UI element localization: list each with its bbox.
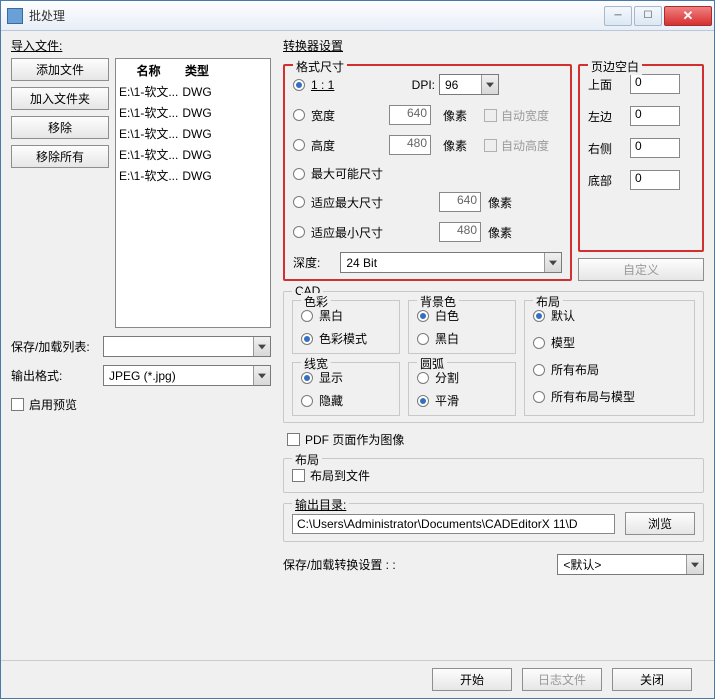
margin-left-input[interactable]: 0 <box>630 106 680 126</box>
layout-all-model-radio[interactable]: 所有布局与模型 <box>533 388 686 405</box>
output-dir-label: 输出目录: <box>292 496 349 513</box>
output-format-value: JPEG (*.jpg) <box>109 369 176 383</box>
save-load-conv-label: 保存/加载转换设置 : : <box>283 556 396 573</box>
color-group: 色彩 黑白 色彩模式 <box>292 300 400 354</box>
table-row: E:\1-软文...DWG <box>118 145 213 164</box>
add-file-button[interactable]: 添加文件 <box>11 58 109 81</box>
add-folder-button[interactable]: 加入文件夹 <box>11 87 109 110</box>
auto-height-checkbox <box>484 139 497 152</box>
output-dir-group: 输出目录: C:\Users\Administrator\Documents\C… <box>283 503 704 542</box>
converter-settings-label: 转换器设置 <box>283 37 704 54</box>
width-label: 宽度 <box>311 107 389 124</box>
custom-margins-button: 自定义 <box>578 258 704 281</box>
save-load-list-label: 保存/加载列表: <box>11 338 97 355</box>
fit-min-radio[interactable] <box>293 226 305 238</box>
table-row: E:\1-软文...DWG <box>118 82 213 101</box>
format-size-group: 格式尺寸 1 : 1 DPI: 96 宽度 640 <box>283 64 572 281</box>
layout-group: 布局 默认 模型 所有布局 所有布局与模型 <box>524 300 695 416</box>
checkbox-icon <box>11 398 24 411</box>
height-input[interactable]: 480 <box>389 135 431 155</box>
margins-group: 页边空白 上面0 左边0 右侧0 底部0 <box>578 64 704 252</box>
titlebar: 批处理 ─ ☐ ✕ <box>1 1 714 31</box>
chevron-down-icon[interactable] <box>253 337 270 356</box>
minimize-button[interactable]: ─ <box>604 6 632 26</box>
output-dir-input[interactable]: C:\Users\Administrator\Documents\CADEdit… <box>292 514 615 534</box>
width-radio[interactable] <box>293 109 305 121</box>
log-button: 日志文件 <box>522 668 602 691</box>
chevron-down-icon[interactable] <box>686 555 703 574</box>
ratio-label: 1 : 1 <box>311 78 389 92</box>
table-row: E:\1-软文...DWG <box>118 166 213 185</box>
browse-button[interactable]: 浏览 <box>625 512 695 535</box>
app-icon <box>7 8 23 24</box>
margins-title: 页边空白 <box>588 58 642 75</box>
layout-model-radio[interactable]: 模型 <box>533 334 686 351</box>
output-format-label: 输出格式: <box>11 367 97 384</box>
chevron-down-icon[interactable] <box>544 253 561 272</box>
color-mode-radio[interactable]: 色彩模式 <box>301 330 391 347</box>
close-dialog-button[interactable]: 关闭 <box>612 668 692 691</box>
chevron-down-icon[interactable] <box>253 366 270 385</box>
dpi-combo[interactable]: 96 <box>439 74 499 95</box>
max-possible-radio[interactable] <box>293 168 305 180</box>
pdf-as-image-checkbox[interactable]: PDF 页面作为图像 <box>287 431 704 448</box>
depth-combo[interactable]: 24 Bit <box>340 252 562 273</box>
table-row: E:\1-软文...DWG <box>118 124 213 143</box>
checkbox-icon <box>292 469 305 482</box>
height-label: 高度 <box>311 137 389 154</box>
layout-all-radio[interactable]: 所有布局 <box>533 361 686 378</box>
start-button[interactable]: 开始 <box>432 668 512 691</box>
fit-min-input[interactable]: 480 <box>439 222 481 242</box>
file-list[interactable]: 名称 类型 E:\1-软文...DWG E:\1-软文...DWG E:\1-软… <box>115 58 271 328</box>
format-size-title: 格式尺寸 <box>293 58 347 75</box>
remove-all-button[interactable]: 移除所有 <box>11 145 109 168</box>
save-load-list-combo[interactable] <box>103 336 271 357</box>
fit-max-radio[interactable] <box>293 196 305 208</box>
width-input[interactable]: 640 <box>389 105 431 125</box>
lineweight-group: 线宽 显示 隐藏 <box>292 362 400 416</box>
save-load-conv-combo[interactable]: <默认> <box>557 554 704 575</box>
import-files-label: 导入文件: <box>11 37 271 54</box>
enable-preview-checkbox[interactable]: 启用预览 <box>11 396 271 413</box>
close-button[interactable]: ✕ <box>664 6 712 26</box>
cad-group: CAD 色彩 黑白 色彩模式 背景色 白色 黑白 布局 默认 <box>283 291 704 423</box>
table-row: E:\1-软文...DWG <box>118 103 213 122</box>
ratio-1-1-radio[interactable] <box>293 79 305 91</box>
arc-group: 圆弧 分割 平滑 <box>408 362 516 416</box>
layout-to-file-group: 布局 布局到文件 <box>283 458 704 493</box>
layout-to-file-checkbox[interactable]: 布局到文件 <box>292 467 695 484</box>
window-title: 批处理 <box>29 7 602 24</box>
output-format-combo[interactable]: JPEG (*.jpg) <box>103 365 271 386</box>
margin-right-input[interactable]: 0 <box>630 138 680 158</box>
dpi-label: DPI: <box>389 78 439 92</box>
fit-max-input[interactable]: 640 <box>439 192 481 212</box>
lw-hide-radio[interactable]: 隐藏 <box>301 392 391 409</box>
col-type-header[interactable]: 类型 <box>181 61 212 80</box>
auto-width-checkbox <box>484 109 497 122</box>
checkbox-icon <box>287 433 300 446</box>
bg-black-radio[interactable]: 黑白 <box>417 330 507 347</box>
remove-button[interactable]: 移除 <box>11 116 109 139</box>
col-name-header[interactable]: 名称 <box>118 61 179 80</box>
maximize-button[interactable]: ☐ <box>634 6 662 26</box>
bg-group: 背景色 白色 黑白 <box>408 300 516 354</box>
chevron-down-icon[interactable] <box>481 75 498 94</box>
margin-top-input[interactable]: 0 <box>630 74 680 94</box>
height-radio[interactable] <box>293 139 305 151</box>
depth-label: 深度: <box>293 254 320 271</box>
margin-bottom-input[interactable]: 0 <box>630 170 680 190</box>
arc-smooth-radio[interactable]: 平滑 <box>417 392 507 409</box>
